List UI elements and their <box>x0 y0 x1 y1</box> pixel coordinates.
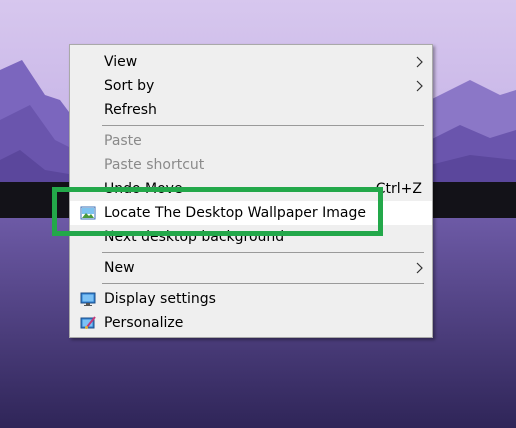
menu-item-paste: Paste <box>70 129 432 153</box>
chevron-right-icon <box>416 56 423 68</box>
menu-item-label: View <box>104 54 138 70</box>
display-settings-icon <box>80 292 96 306</box>
menu-item-label: Paste <box>104 133 142 149</box>
menu-item-label: New <box>104 260 135 276</box>
menu-item-new[interactable]: New <box>70 256 432 280</box>
menu-item-view[interactable]: View <box>70 50 432 74</box>
chevron-right-icon <box>416 80 423 92</box>
menu-separator <box>102 283 424 284</box>
highlight-annotation-box <box>52 187 383 236</box>
menu-item-display-settings[interactable]: Display settings <box>70 287 432 311</box>
menu-separator <box>102 125 424 126</box>
chevron-right-icon <box>416 262 423 274</box>
menu-separator <box>102 252 424 253</box>
menu-item-label: Display settings <box>104 291 216 307</box>
menu-item-label: Paste shortcut <box>104 157 205 173</box>
personalize-icon <box>80 316 96 329</box>
menu-item-sort-by[interactable]: Sort by <box>70 74 432 98</box>
menu-item-paste-shortcut: Paste shortcut <box>70 153 432 177</box>
menu-item-refresh[interactable]: Refresh <box>70 98 432 122</box>
menu-item-label: Personalize <box>104 315 184 331</box>
desktop-background[interactable]: View Sort by Refresh Paste Paste shortcu… <box>0 0 516 428</box>
menu-item-personalize[interactable]: Personalize <box>70 311 432 335</box>
menu-item-label: Sort by <box>104 78 155 94</box>
menu-item-label: Refresh <box>104 102 157 118</box>
